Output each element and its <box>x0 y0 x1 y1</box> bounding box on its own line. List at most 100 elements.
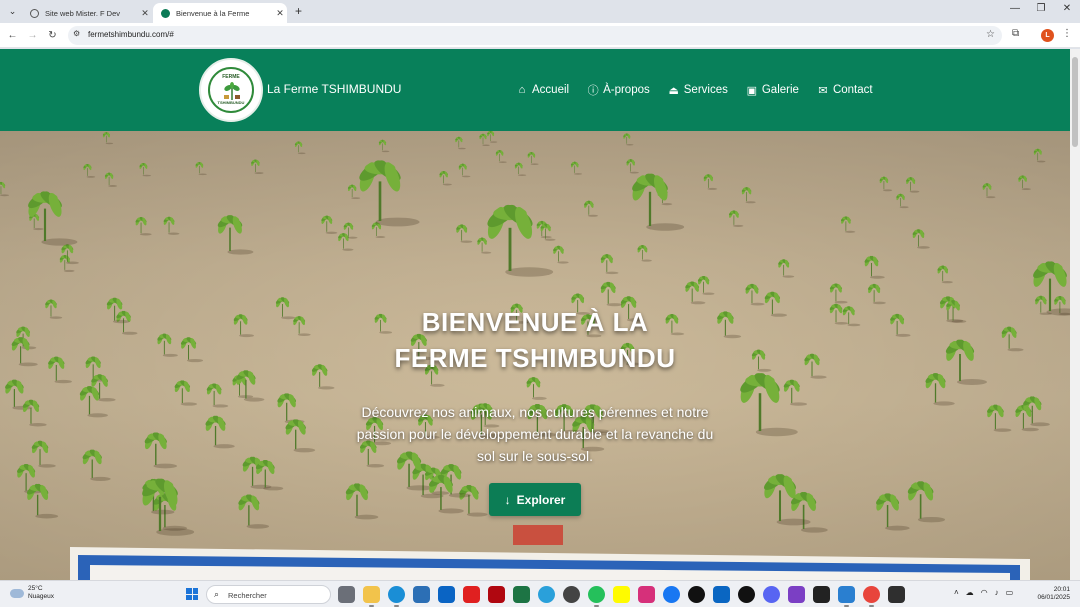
search-icon: ⌕ <box>214 589 220 599</box>
globe-icon <box>30 8 39 18</box>
nav-item-label: Services <box>683 84 728 96</box>
browser-toolbar: ← → ↻ ⚙ fermetshimbundu.com/# ☆ ⧉ L ⋮ <box>0 23 1080 48</box>
excel-icon[interactable] <box>513 586 530 603</box>
hero-section: BIENVENUE À LA FERME TSHIMBUNDU Découvre… <box>0 131 1070 580</box>
site-brand-name[interactable]: La Ferme TSHIMBUNDU <box>267 82 401 96</box>
nav-item-galerie[interactable]: ▣ Galerie <box>746 82 799 98</box>
chatgpt-icon[interactable] <box>563 586 580 603</box>
snapchat-icon[interactable] <box>613 586 630 603</box>
taskbar-search-box[interactable]: ⌕ Rechercher <box>206 585 331 604</box>
nav-item-contact[interactable]: ✉ Contact <box>817 82 873 98</box>
nav-item-label: Accueil <box>532 84 570 96</box>
wifi-icon[interactable]: ◠ <box>981 588 988 597</box>
instagram-icon[interactable] <box>638 586 655 603</box>
close-window-button[interactable]: ✕ <box>1054 3 1080 14</box>
taskbar-clock[interactable]: 20:01 06/01/2025 <box>1030 586 1070 602</box>
hero-subtitle: Découvrez nos animaux, nos cultures pére… <box>356 404 714 464</box>
nav-item-accueil[interactable]: ⌂ Accueil <box>516 82 569 98</box>
logo-emblem: FERME TSHIMBUNDU <box>208 67 254 113</box>
new-tab-button[interactable]: + <box>291 4 306 19</box>
windows-start-icon[interactable] <box>186 588 198 600</box>
task-view-icon[interactable] <box>338 586 355 603</box>
taskbar-apps <box>338 586 905 607</box>
site-settings-icon[interactable]: ⚙ <box>73 29 80 38</box>
site-logo[interactable]: FERME TSHIMBUNDU <box>199 58 263 122</box>
file-explorer-icon[interactable] <box>363 586 380 607</box>
explore-button[interactable]: ↓ Explorer <box>489 483 581 516</box>
page-viewport: FERME TSHIMBUNDU La Ferme TSHIMBUNDU ⌂ A… <box>0 49 1070 580</box>
logo-top-text: FERME <box>222 74 240 80</box>
tab-close-icon[interactable]: ✕ <box>138 8 152 19</box>
address-bar[interactable]: ⚙ fermetshimbundu.com/# ☆ <box>68 26 1002 45</box>
linkedin-icon[interactable] <box>713 586 730 603</box>
info-icon: ⓘ <box>587 85 599 97</box>
logo-bottom-text: TSHIMBUNDU <box>217 100 245 105</box>
reload-icon[interactable]: ↻ <box>45 28 60 43</box>
scrollbar-thumb[interactable] <box>1072 57 1078 147</box>
home-icon: ⌂ <box>518 84 526 96</box>
battery-icon[interactable]: ▭ <box>1006 588 1014 597</box>
store-icon[interactable] <box>413 586 430 603</box>
minimize-button[interactable]: — <box>1002 3 1028 14</box>
facebook-icon[interactable] <box>663 586 680 603</box>
chevron-up-icon[interactable]: ˄ <box>954 588 959 597</box>
tab-search-icon[interactable]: ⌄ <box>5 4 20 19</box>
edge-icon[interactable] <box>388 586 405 607</box>
restore-button[interactable]: ❐ <box>1028 3 1054 14</box>
site-header: FERME TSHIMBUNDU La Ferme TSHIMBUNDU ⌂ A… <box>0 49 1070 131</box>
terminal-icon[interactable] <box>813 586 830 603</box>
clock-time: 20:01 <box>1053 586 1070 593</box>
forward-arrow-icon[interactable]: → <box>25 28 40 43</box>
discord-icon[interactable] <box>763 586 780 603</box>
main-navigation: ⌂ Accueil ⓘ À-propos ⏏ Services ▣ Galeri… <box>516 82 873 98</box>
hero-title-line1: BIENVENUE À LA <box>421 307 649 337</box>
tab-title: Bienvenue à la Ferme <box>176 8 250 18</box>
nav-item-label: Contact <box>832 84 873 96</box>
profile-avatar[interactable]: L <box>1041 29 1054 42</box>
onedrive-icon[interactable]: ☁ <box>966 588 974 597</box>
clock-date: 06/01/2025 <box>1037 594 1070 601</box>
tiktok-icon[interactable] <box>738 586 755 603</box>
browser-menu-icon[interactable]: ⋮ <box>1062 28 1072 39</box>
envelope-icon: ✉ <box>818 84 828 97</box>
console-icon[interactable] <box>888 586 905 603</box>
x-twitter-icon[interactable] <box>688 586 705 603</box>
browser-tab-active[interactable]: Bienvenue à la Ferme ✕ <box>153 3 287 23</box>
tab-title: Site web Mister. F Dev <box>45 8 121 18</box>
page-scrollbar[interactable] <box>1070 49 1080 580</box>
hero-title-line2: FERME TSHIMBUNDU <box>394 343 676 373</box>
windows-taskbar: 25°C Nuageux ⌕ Rechercher ˄ ☁ ◠ ♪ ▭ 20:0… <box>0 580 1080 607</box>
tab-close-icon[interactable]: ✕ <box>273 8 287 19</box>
hero-title: BIENVENUE À LA FERME TSHIMBUNDU <box>335 304 735 376</box>
nav-item-services[interactable]: ⏏ Services <box>668 82 728 98</box>
system-tray: ˄ ☁ ◠ ♪ ▭ <box>954 588 1013 597</box>
bookmark-star-icon[interactable]: ☆ <box>986 29 995 40</box>
back-arrow-icon[interactable]: ← <box>5 28 20 43</box>
browser-tab-strip: ⌄ Site web Mister. F Dev ✕ Bienvenue à l… <box>0 0 1080 23</box>
extensions-icon[interactable]: ⧉ <box>1012 28 1019 39</box>
url-text[interactable]: fermetshimbundu.com/# <box>88 30 174 39</box>
site-favicon-icon <box>161 8 170 18</box>
cloud-icon <box>10 588 24 598</box>
images-icon: ▣ <box>746 84 758 97</box>
weather-temperature: 25°C <box>28 585 43 592</box>
nav-item-label: À-propos <box>603 84 650 96</box>
outlook-icon[interactable] <box>438 586 455 603</box>
explore-button-label: Explorer <box>516 492 566 507</box>
volume-icon[interactable]: ♪ <box>995 588 999 597</box>
logo-plant-icon <box>224 82 240 100</box>
whatsapp-icon[interactable] <box>588 586 605 607</box>
app-icon[interactable] <box>788 586 805 603</box>
arrow-down-icon: ↓ <box>504 492 511 507</box>
search-placeholder: Rechercher <box>228 591 267 600</box>
vscode-icon[interactable] <box>838 586 855 607</box>
netflix-icon[interactable] <box>488 586 505 603</box>
weather-widget[interactable]: 25°C Nuageux <box>10 585 54 601</box>
chrome-icon[interactable] <box>863 586 880 607</box>
nav-item-label: Galerie <box>761 84 799 96</box>
nav-item-a-propos[interactable]: ⓘ À-propos <box>587 82 650 98</box>
browser-tab-inactive[interactable]: Site web Mister. F Dev ✕ <box>22 3 152 23</box>
hand-holding-icon: ⏏ <box>668 84 679 97</box>
youtube-icon[interactable] <box>463 586 480 603</box>
telegram-icon[interactable] <box>538 586 555 603</box>
